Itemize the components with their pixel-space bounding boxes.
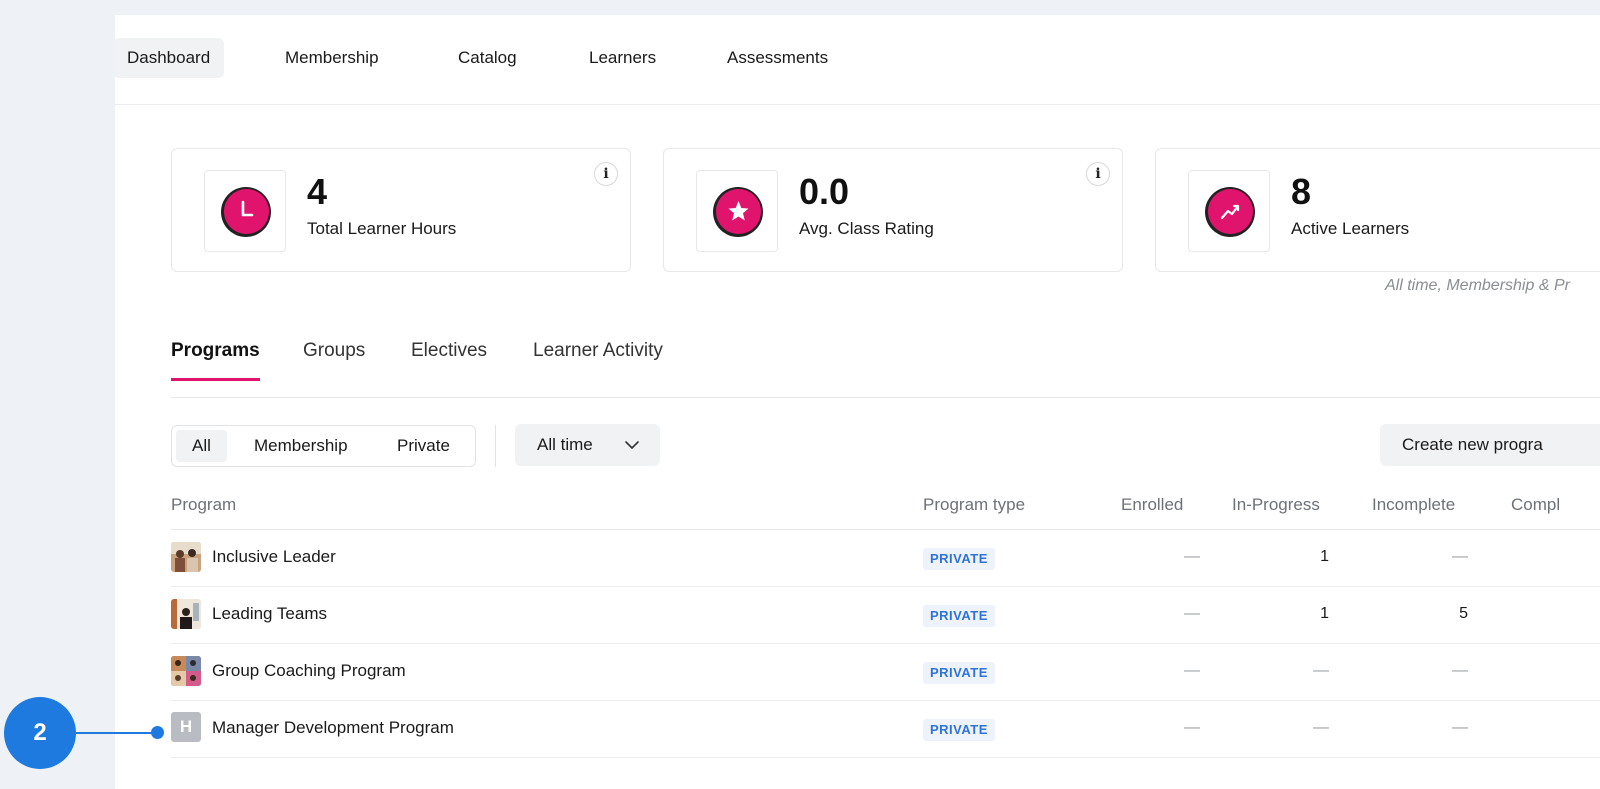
thumbnail-initial: H — [179, 717, 193, 736]
stat-card-class-rating: 0.0 Avg. Class Rating i — [663, 148, 1123, 272]
tab-programs[interactable]: Programs — [171, 340, 260, 381]
enrolled-count: — — [1184, 548, 1200, 565]
program-thumbnail — [171, 656, 201, 686]
callout-badge: 2 — [4, 697, 76, 769]
time-range-dropdown[interactable]: All time — [515, 424, 660, 466]
in-progress-count: — — [1313, 719, 1329, 736]
star-icon — [713, 187, 763, 237]
table-header: Program Program type Enrolled In-Progres… — [171, 485, 1600, 530]
filter-divider — [495, 425, 496, 467]
in-progress-count: — — [1313, 662, 1329, 679]
icon-box — [1188, 170, 1270, 252]
program-tabs: Programs Groups Electives Learner Activi… — [171, 328, 1600, 398]
program-thumbnail — [171, 542, 201, 572]
program-thumbnail — [171, 599, 201, 629]
icon-box — [696, 170, 778, 252]
stat-card-active-learners: 8 Active Learners i — [1155, 148, 1600, 272]
stats-footnote: All time, Membership & Pr — [1385, 277, 1570, 294]
stat-value: 8 — [1291, 171, 1312, 212]
stat-card-learner-hours: 4 Total Learner Hours i — [171, 148, 631, 272]
incomplete-count: — — [1452, 548, 1468, 565]
column-complete[interactable]: Compl — [1511, 495, 1560, 515]
nav-learners[interactable]: Learners — [575, 38, 670, 78]
stat-label: Total Learner Hours — [307, 219, 457, 238]
time-range-value: All time — [537, 435, 593, 454]
program-type-badge: PRIVATE — [923, 605, 995, 627]
incomplete-count: 5 — [1459, 605, 1468, 622]
table-row[interactable]: Group Coaching Program PRIVATE — — — — [171, 644, 1600, 701]
program-type-filter: All Membership Private — [171, 425, 476, 467]
nav-membership[interactable]: Membership — [271, 38, 393, 78]
in-progress-count: 1 — [1320, 605, 1329, 622]
filter-private[interactable]: Private — [381, 430, 466, 462]
program-type-badge: PRIVATE — [923, 719, 995, 741]
table-row[interactable]: H Manager Development Program PRIVATE — … — [171, 701, 1600, 758]
callout-line — [76, 732, 157, 734]
program-type-badge: PRIVATE — [923, 662, 995, 684]
main-panel: Dashboard Membership Catalog Learners As… — [115, 15, 1600, 789]
in-progress-count: 1 — [1320, 548, 1329, 565]
icon-box — [204, 170, 286, 252]
clock-icon — [221, 187, 271, 237]
column-program[interactable]: Program — [171, 495, 236, 515]
program-thumbnail: H — [171, 712, 201, 742]
trend-icon — [1205, 187, 1255, 237]
enrolled-count: — — [1184, 605, 1200, 622]
enrolled-count: — — [1184, 719, 1200, 736]
stat-label: Avg. Class Rating — [799, 219, 934, 238]
chevron-down-icon — [625, 441, 639, 449]
column-program-type[interactable]: Program type — [923, 495, 1025, 515]
program-name[interactable]: Group Coaching Program — [212, 661, 406, 681]
nav-assessments[interactable]: Assessments — [713, 38, 842, 78]
info-icon[interactable]: i — [594, 162, 618, 186]
enrolled-count: — — [1184, 662, 1200, 679]
info-icon[interactable]: i — [1086, 162, 1110, 186]
stat-value: 0.0 — [799, 171, 850, 212]
filter-membership[interactable]: Membership — [238, 430, 364, 462]
nav-catalog[interactable]: Catalog — [444, 38, 531, 78]
filter-all[interactable]: All — [176, 430, 227, 462]
program-name[interactable]: Inclusive Leader — [212, 547, 336, 567]
incomplete-count: — — [1452, 719, 1468, 736]
table-row[interactable]: Inclusive Leader PRIVATE — 1 — — [171, 530, 1600, 587]
column-in-progress[interactable]: In-Progress — [1232, 495, 1320, 515]
tab-learner-activity[interactable]: Learner Activity — [533, 340, 663, 378]
program-name[interactable]: Manager Development Program — [212, 718, 454, 738]
stat-value: 4 — [307, 171, 328, 212]
stat-label: Active Learners — [1291, 219, 1410, 238]
column-enrolled[interactable]: Enrolled — [1121, 495, 1183, 515]
create-program-button[interactable]: Create new progra — [1380, 424, 1600, 466]
column-incomplete[interactable]: Incomplete — [1372, 495, 1455, 515]
tab-groups[interactable]: Groups — [303, 340, 365, 378]
table-row[interactable]: Leading Teams PRIVATE — 1 5 — [171, 587, 1600, 644]
callout-dot — [151, 726, 164, 739]
tab-electives[interactable]: Electives — [411, 340, 487, 378]
incomplete-count: — — [1452, 662, 1468, 679]
top-nav: Dashboard Membership Catalog Learners As… — [115, 15, 1600, 105]
nav-dashboard[interactable]: Dashboard — [115, 38, 225, 78]
program-name[interactable]: Leading Teams — [212, 604, 327, 624]
program-type-badge: PRIVATE — [923, 548, 995, 570]
